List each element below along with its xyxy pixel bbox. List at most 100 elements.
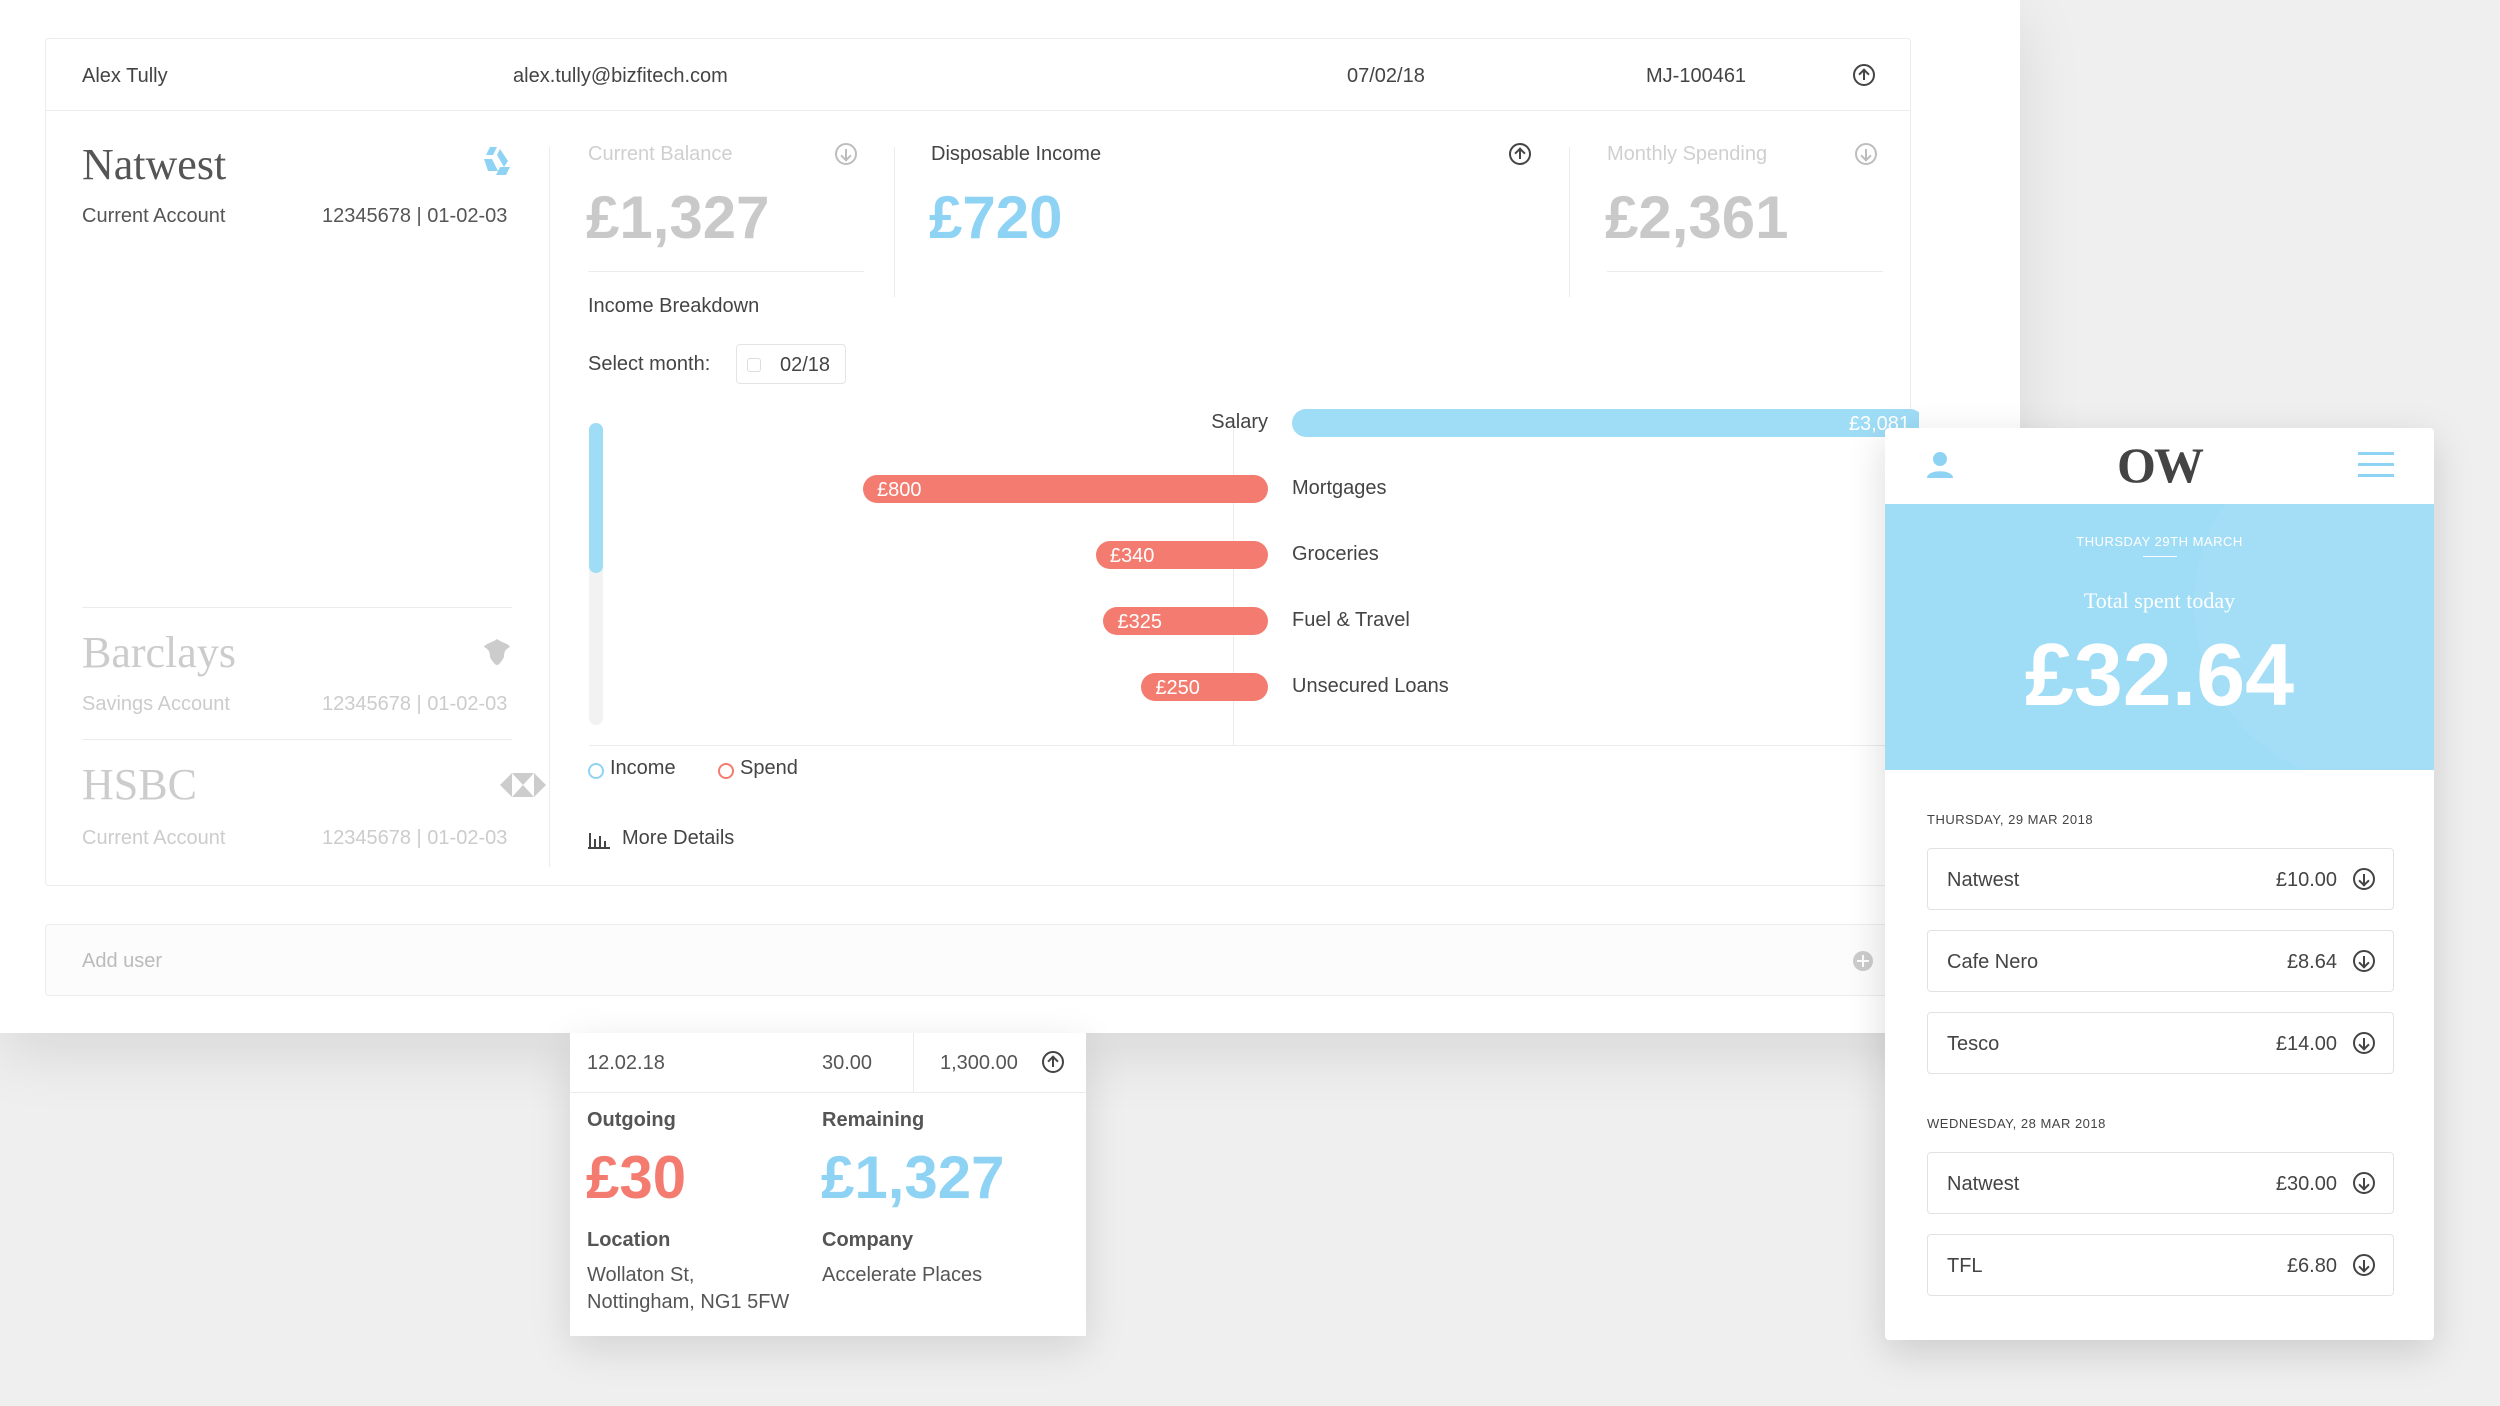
income-breakdown-title: Income Breakdown bbox=[588, 295, 760, 317]
bar-value-label: £250 bbox=[1155, 677, 1200, 699]
spend-bar[interactable]: £325 bbox=[1103, 607, 1268, 635]
merchant-name: Cafe Nero bbox=[1947, 951, 2039, 973]
merchant-name: Tesco bbox=[1947, 1033, 2000, 1055]
legend-income-marker bbox=[588, 763, 604, 779]
dashboard-panel: Alex Tully alex.tully@bizfitech.com 07/0… bbox=[0, 0, 2020, 1033]
bank-name: HSBC bbox=[82, 760, 197, 809]
expand-down-icon[interactable] bbox=[1855, 143, 1877, 165]
month-select[interactable]: 02/18 bbox=[736, 344, 846, 384]
bank-account-type: Current Account bbox=[82, 205, 226, 227]
income-breakdown-chart: £3,081 Salary £800 Mortgages £340 Groceries £3… bbox=[589, 409, 1919, 749]
spend-bar[interactable]: £250 bbox=[1141, 673, 1268, 701]
item-amount: £6.80 bbox=[2286, 1255, 2337, 1277]
item-amount: £10.00 bbox=[2275, 869, 2337, 891]
calendar-icon bbox=[747, 358, 761, 372]
item-amount: £14.00 bbox=[2275, 1033, 2337, 1055]
hsbc-hexagon-icon bbox=[500, 773, 546, 797]
legend-spend-label: Spend bbox=[740, 757, 798, 779]
add-circle-icon[interactable] bbox=[1852, 950, 1874, 972]
merchant-name: TFL bbox=[1947, 1255, 1983, 1277]
expand-down-icon[interactable] bbox=[2353, 1254, 2375, 1276]
outgoing-value: £30 bbox=[586, 1144, 687, 1211]
bank-natwest[interactable]: Natwest Current Account 12345678 | 01-02… bbox=[82, 139, 512, 227]
spend-bar[interactable]: £800 bbox=[863, 475, 1268, 503]
kpi-label: Monthly Spending bbox=[1607, 143, 1768, 165]
mobile-app-screen: OW THURSDAY 29TH MARCH Total spent today… bbox=[1885, 428, 2434, 1340]
total-spent-hero: THURSDAY 29TH MARCH Total spent today £3… bbox=[1885, 504, 2434, 770]
expand-down-icon[interactable] bbox=[835, 143, 857, 165]
customer-date: 07/02/18 bbox=[1347, 65, 1425, 87]
kpi-value: £2,361 bbox=[1605, 184, 1789, 251]
month-value: 02/18 bbox=[780, 354, 831, 376]
bank-account-number: 12345678 | 01-02-03 bbox=[322, 827, 508, 849]
collapse-up-icon[interactable] bbox=[1853, 64, 1875, 86]
bank-account-number: 12345678 | 01-02-03 bbox=[322, 693, 508, 715]
bank-barclays[interactable]: Barclays Savings Account 12345678 | 01-0… bbox=[82, 627, 512, 715]
add-user-label: Add user bbox=[82, 950, 163, 972]
transaction-row[interactable]: 12.02.18 30.00 1,300.00 bbox=[570, 1033, 1086, 1093]
customer-header-row[interactable]: Alex Tully alex.tully@bizfitech.com 07/0… bbox=[46, 39, 1910, 111]
transaction-date: 12.02.18 bbox=[587, 1052, 665, 1074]
customer-email: alex.tully@bizfitech.com bbox=[513, 65, 728, 87]
select-month-label: Select month: bbox=[588, 353, 711, 375]
legend-spend-marker bbox=[718, 763, 734, 779]
bar-value-label: £325 bbox=[1117, 611, 1162, 633]
item-amount: £8.64 bbox=[2286, 951, 2337, 973]
more-details-link[interactable]: More Details bbox=[588, 827, 768, 855]
add-user-row[interactable]: Add user bbox=[45, 924, 1911, 996]
remaining-value: £1,327 bbox=[821, 1144, 1005, 1211]
outgoing-label: Outgoing bbox=[587, 1109, 676, 1131]
group-date: THURSDAY, 29 MAR 2018 bbox=[1927, 812, 2094, 827]
company-label: Company bbox=[822, 1229, 914, 1251]
expand-down-icon[interactable] bbox=[2353, 1032, 2375, 1054]
spend-bar[interactable]: £340 bbox=[1095, 541, 1268, 569]
expand-down-icon[interactable] bbox=[2353, 950, 2375, 972]
transaction-balance: 1,300.00 bbox=[940, 1052, 1018, 1074]
app-logo: OW bbox=[2117, 437, 2204, 493]
bar-value-label: £340 bbox=[1109, 545, 1155, 567]
location-line-2: Nottingham, NG1 5FW bbox=[587, 1291, 790, 1313]
customer-name: Alex Tully bbox=[82, 65, 168, 87]
customer-reference: MJ-100461 bbox=[1646, 65, 1747, 87]
kpi-label: Current Balance bbox=[588, 143, 733, 165]
bank-account-type: Current Account bbox=[82, 827, 226, 849]
transaction-item[interactable]: TFL £6.80 bbox=[1927, 1234, 2394, 1296]
group-date: WEDNESDAY, 28 MAR 2018 bbox=[1927, 1116, 2106, 1131]
barclays-eagle-icon bbox=[484, 639, 510, 665]
category-label: Mortgages bbox=[1292, 477, 1387, 499]
hamburger-menu-icon[interactable] bbox=[2358, 452, 2394, 478]
location-label: Location bbox=[587, 1229, 671, 1251]
bank-name: Natwest bbox=[82, 140, 227, 189]
category-label: Fuel & Travel bbox=[1292, 609, 1410, 631]
collapse-up-icon[interactable] bbox=[1509, 143, 1531, 165]
transaction-item[interactable]: Natwest £30.00 bbox=[1927, 1152, 2394, 1214]
remaining-label: Remaining bbox=[822, 1109, 925, 1131]
transaction-item[interactable]: Tesco £14.00 bbox=[1927, 1012, 2394, 1074]
expand-down-icon[interactable] bbox=[2353, 1172, 2375, 1194]
collapse-up-icon[interactable] bbox=[1042, 1051, 1064, 1073]
company-value: Accelerate Places bbox=[822, 1264, 983, 1286]
category-label: Unsecured Loans bbox=[1292, 675, 1449, 697]
hero-label: Total spent today bbox=[2083, 588, 2236, 613]
transaction-amount: 30.00 bbox=[822, 1052, 873, 1074]
category-label: Salary bbox=[1211, 411, 1268, 433]
more-details-label: More Details bbox=[622, 827, 735, 849]
legend-income-label: Income bbox=[610, 757, 676, 779]
transaction-detail-card: 12.02.18 30.00 1,300.00 Outgoing £30 Rem… bbox=[570, 1033, 1086, 1336]
merchant-name: Natwest bbox=[1947, 1173, 2020, 1195]
transaction-item[interactable]: Natwest £10.00 bbox=[1927, 848, 2394, 910]
bank-hsbc[interactable]: HSBC Current Account 12345678 | 01-02-03 bbox=[82, 759, 546, 849]
expand-down-icon[interactable] bbox=[2353, 868, 2375, 890]
bar-value-label: £800 bbox=[877, 479, 922, 501]
kpi-label: Disposable Income bbox=[931, 143, 1102, 165]
kpi-value: £1,327 bbox=[586, 184, 770, 251]
natwest-logo-icon bbox=[484, 147, 510, 175]
merchant-name: Natwest bbox=[1947, 869, 2020, 891]
income-bar[interactable]: £3,081 bbox=[1292, 409, 1919, 437]
hero-value: £32.64 bbox=[2024, 625, 2295, 724]
bank-account-number: 12345678 | 01-02-03 bbox=[322, 205, 508, 227]
customer-card: Alex Tully alex.tully@bizfitech.com 07/0… bbox=[45, 38, 1919, 886]
location-line-1: Wollaton St, bbox=[587, 1264, 695, 1286]
transaction-item[interactable]: Cafe Nero £8.64 bbox=[1927, 930, 2394, 992]
hero-date: THURSDAY 29TH MARCH bbox=[2076, 534, 2243, 549]
